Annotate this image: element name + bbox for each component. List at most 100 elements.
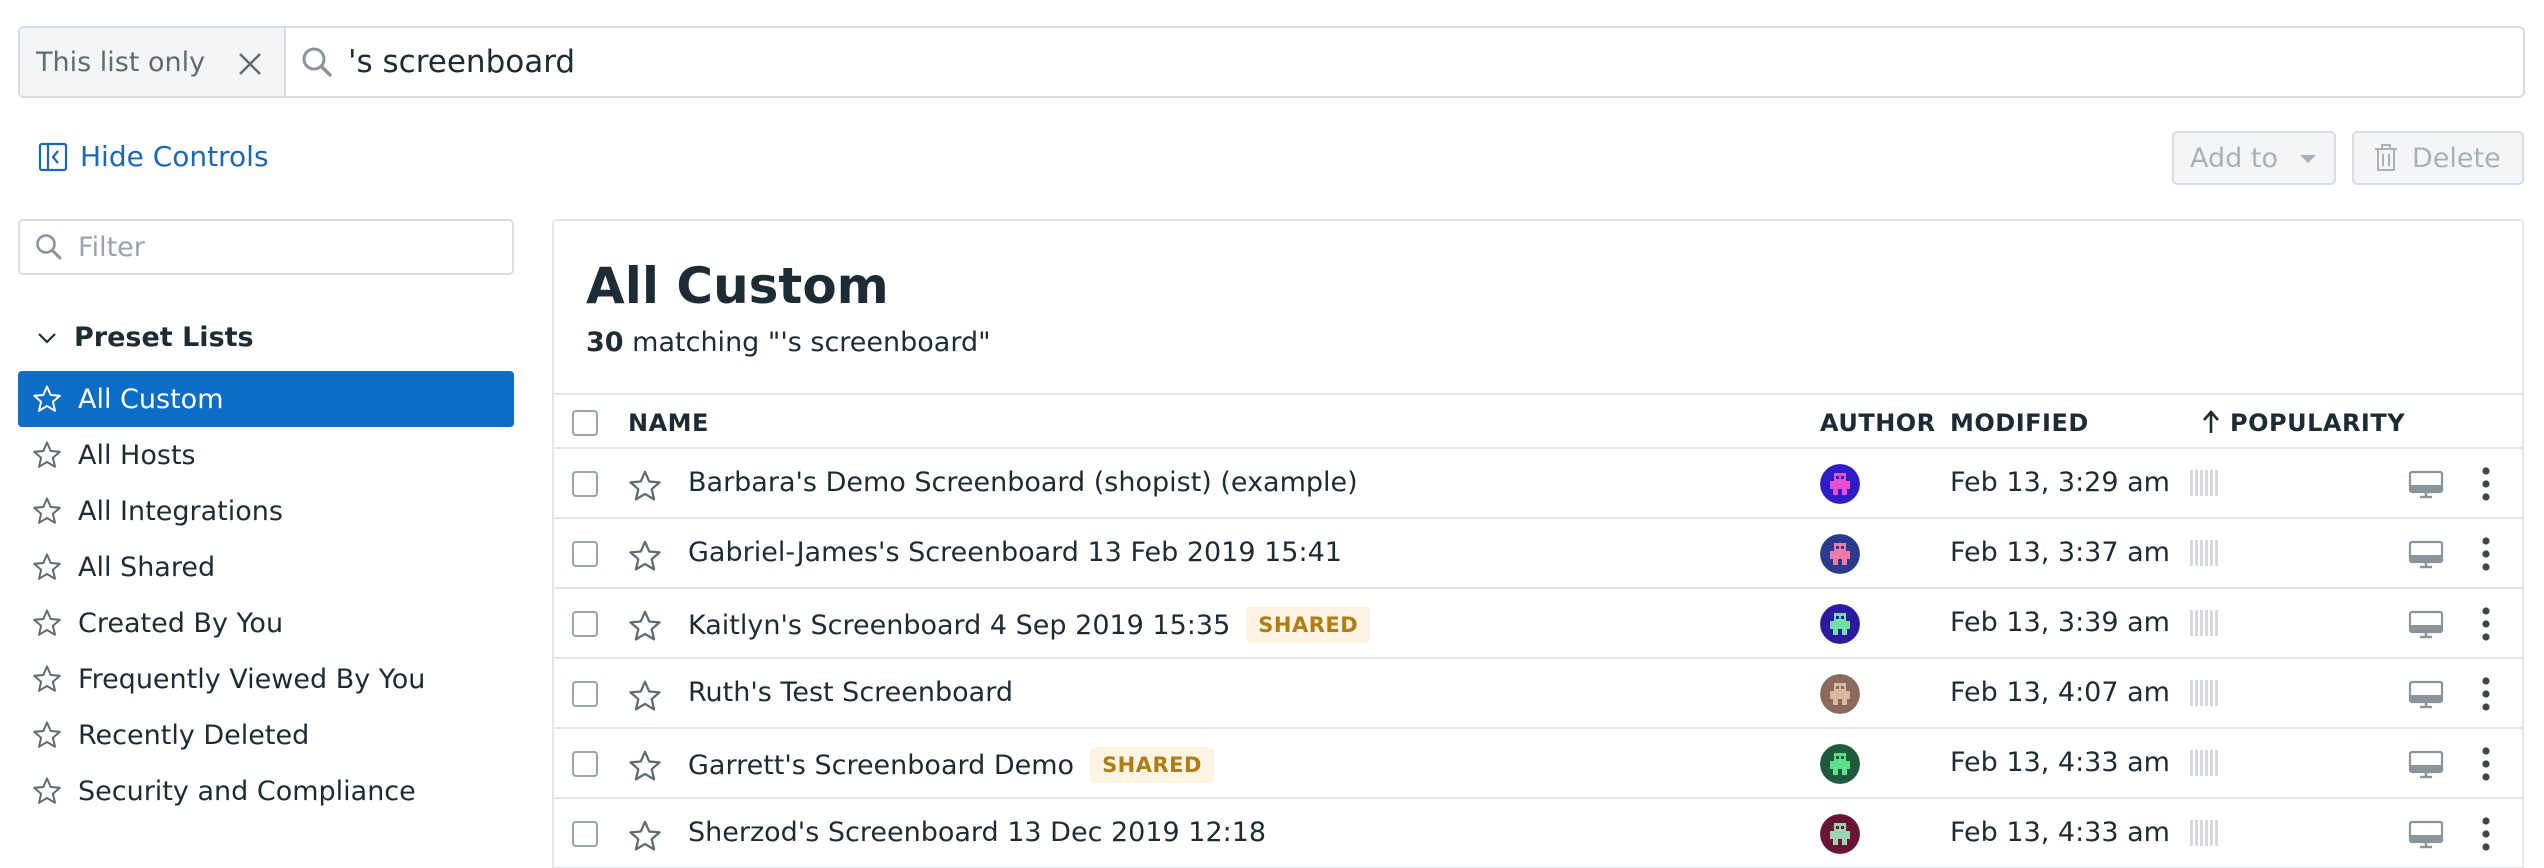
column-header-name[interactable]: NAME	[628, 409, 709, 437]
more-vertical-icon[interactable]	[2480, 605, 2492, 643]
preset-item[interactable]: Recently Deleted	[18, 707, 514, 763]
close-icon[interactable]	[232, 46, 268, 82]
monitor-icon[interactable]	[2408, 610, 2444, 640]
star-icon[interactable]	[628, 539, 662, 573]
popularity-bars	[2190, 680, 2218, 706]
row-name[interactable]: Gabriel-James's Screenboard 13 Feb 2019 …	[688, 537, 1342, 568]
star-icon[interactable]	[32, 776, 62, 806]
trash-icon	[2375, 144, 2397, 171]
column-header-modified[interactable]: MODIFIED	[1950, 409, 2089, 437]
column-header-popularity[interactable]: POPULARITY	[2230, 409, 2405, 437]
results-table: NAME AUTHOR MODIFIED POPULARITY Barbara'…	[554, 393, 2522, 868]
monitor-icon[interactable]	[2408, 680, 2444, 710]
popularity-bars	[2190, 610, 2218, 636]
popularity-bars	[2190, 820, 2218, 846]
row-checkbox[interactable]	[572, 681, 598, 707]
row-name-text: Ruth's Test Screenboard	[688, 677, 1013, 708]
row-modified: Feb 13, 4:33 am	[1950, 817, 2170, 848]
star-icon[interactable]	[32, 720, 62, 750]
star-icon[interactable]	[628, 609, 662, 643]
star-icon[interactable]	[32, 664, 62, 694]
star-icon[interactable]	[628, 469, 662, 503]
avatar	[1820, 604, 1860, 644]
preset-item[interactable]: Frequently Viewed By You	[18, 651, 514, 707]
star-icon[interactable]	[32, 440, 62, 470]
hide-controls-link[interactable]: Hide Controls	[38, 140, 269, 173]
row-name[interactable]: Ruth's Test Screenboard	[688, 677, 1013, 708]
add-to-button[interactable]: Add to	[2172, 131, 2336, 185]
table-row[interactable]: Barbara's Demo Screenboard (shopist) (ex…	[554, 449, 2522, 519]
preset-item-label: All Hosts	[78, 439, 196, 471]
star-icon[interactable]	[628, 679, 662, 713]
avatar	[1820, 534, 1860, 574]
preset-lists-toggle[interactable]: Preset Lists	[36, 322, 254, 353]
status-badge: SHARED	[1246, 607, 1371, 643]
popularity-bars	[2190, 540, 2218, 566]
star-icon[interactable]	[32, 384, 62, 414]
monitor-icon[interactable]	[2408, 750, 2444, 780]
star-icon[interactable]	[628, 819, 662, 853]
search-scope-label: This list only	[36, 46, 206, 78]
table-row[interactable]: Garrett's Screenboard Demo SHARED Feb 13,…	[554, 729, 2522, 799]
avatar	[1820, 464, 1860, 504]
chevron-down-icon	[38, 332, 56, 344]
row-name[interactable]: Barbara's Demo Screenboard (shopist) (ex…	[688, 467, 1358, 498]
select-all-checkbox[interactable]	[572, 410, 598, 436]
monitor-icon[interactable]	[2408, 540, 2444, 570]
row-modified: Feb 13, 4:07 am	[1950, 677, 2170, 708]
row-checkbox[interactable]	[572, 611, 598, 637]
add-to-label: Add to	[2190, 142, 2278, 174]
row-checkbox[interactable]	[572, 541, 598, 567]
preset-item[interactable]: All Custom	[18, 371, 514, 427]
filter-field	[18, 219, 514, 275]
more-vertical-icon[interactable]	[2480, 535, 2492, 573]
monitor-icon[interactable]	[2408, 470, 2444, 500]
star-icon[interactable]	[32, 552, 62, 582]
star-icon[interactable]	[628, 749, 662, 783]
popularity-bars	[2190, 750, 2218, 776]
row-checkbox[interactable]	[572, 751, 598, 777]
more-vertical-icon[interactable]	[2480, 745, 2492, 783]
star-icon[interactable]	[32, 608, 62, 638]
column-header-author[interactable]: AUTHOR	[1820, 409, 1936, 437]
star-icon[interactable]	[32, 496, 62, 526]
table-row[interactable]: Kaitlyn's Screenboard 4 Sep 2019 15:35 SH…	[554, 589, 2522, 659]
more-vertical-icon[interactable]	[2480, 815, 2492, 853]
search-input[interactable]	[348, 44, 2248, 80]
row-checkbox[interactable]	[572, 471, 598, 497]
preset-item[interactable]: All Hosts	[18, 427, 514, 483]
table-row[interactable]: Ruth's Test Screenboard Feb 13, 4:07 am	[554, 659, 2522, 729]
row-name[interactable]: Sherzod's Screenboard 13 Dec 2019 12:18	[688, 817, 1266, 848]
preset-item[interactable]: All Integrations	[18, 483, 514, 539]
preset-item-label: Created By You	[78, 607, 284, 639]
preset-lists-title: Preset Lists	[74, 322, 254, 353]
delete-label: Delete	[2412, 142, 2501, 174]
row-name-text: Kaitlyn's Screenboard 4 Sep 2019 15:35	[688, 609, 1231, 641]
row-name-text: Sherzod's Screenboard 13 Dec 2019 12:18	[688, 817, 1267, 848]
row-name[interactable]: Kaitlyn's Screenboard 4 Sep 2019 15:35 SH…	[688, 607, 1371, 643]
search-icon	[302, 47, 332, 77]
filter-input[interactable]	[78, 231, 498, 263]
preset-item-label: Security and Compliance	[78, 775, 416, 807]
search-scope-chip[interactable]: This list only	[20, 28, 286, 96]
table-row[interactable]: Sherzod's Screenboard 13 Dec 2019 12:18 …	[554, 799, 2522, 868]
table-header: NAME AUTHOR MODIFIED POPULARITY	[554, 393, 2522, 449]
monitor-icon[interactable]	[2408, 820, 2444, 850]
delete-button[interactable]: Delete	[2352, 131, 2524, 185]
preset-item[interactable]: All Shared	[18, 539, 514, 595]
preset-item[interactable]: Created By You	[18, 595, 514, 651]
collapse-panel-icon	[38, 142, 68, 171]
hide-controls-label: Hide Controls	[80, 140, 269, 173]
arrow-up-icon	[2203, 410, 2219, 433]
preset-item-label: Frequently Viewed By You	[78, 663, 426, 695]
row-modified: Feb 13, 3:39 am	[1950, 607, 2170, 638]
more-vertical-icon[interactable]	[2480, 675, 2492, 713]
avatar	[1820, 674, 1860, 714]
search-bar: This list only	[18, 26, 2525, 98]
row-checkbox[interactable]	[572, 821, 598, 847]
more-vertical-icon[interactable]	[2480, 465, 2492, 503]
page-title: All Custom	[586, 257, 889, 315]
table-row[interactable]: Gabriel-James's Screenboard 13 Feb 2019 …	[554, 519, 2522, 589]
row-name[interactable]: Garrett's Screenboard Demo SHARED	[688, 747, 1214, 783]
preset-item[interactable]: Security and Compliance	[18, 763, 514, 819]
